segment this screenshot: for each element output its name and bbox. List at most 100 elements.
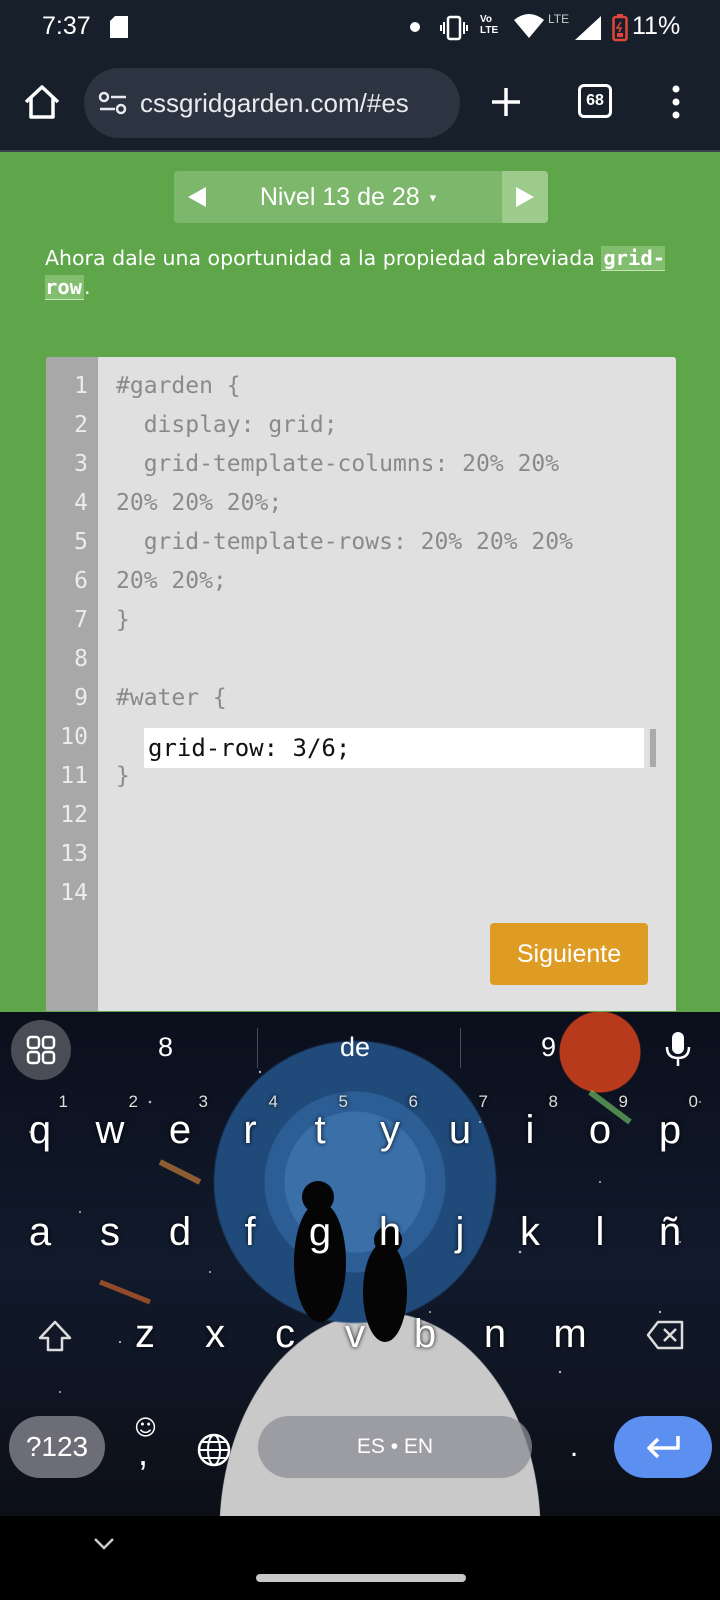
key-w[interactable]: 2w	[78, 1086, 142, 1176]
key-p[interactable]: 0p	[638, 1086, 702, 1176]
key-v[interactable]: v	[323, 1290, 387, 1380]
code-line: 20% 20% 20%;	[116, 490, 283, 516]
line-number: 12	[60, 802, 88, 828]
microphone-icon[interactable]	[664, 1030, 692, 1068]
key-u[interactable]: 7u	[428, 1086, 492, 1176]
suggestion-divider	[257, 1028, 258, 1068]
suggestion-item[interactable]: 8	[158, 1032, 173, 1063]
battery-icon	[612, 14, 628, 42]
url-text: cssgridgarden.com/#es	[140, 88, 409, 118]
previous-level-button[interactable]	[174, 171, 220, 223]
shift-key[interactable]	[22, 1290, 86, 1380]
code-line: }	[116, 763, 130, 789]
suggestion-strip: 8 de 9	[0, 1012, 720, 1086]
key-r[interactable]: 4r	[218, 1086, 282, 1176]
onscreen-keyboard: 8 de 9 1q 2w 3e 4r 5t 6y 7u 8i 9o 0p a s…	[0, 1012, 720, 1516]
code-line: 20% 20%;	[116, 568, 227, 594]
site-settings-icon[interactable]	[98, 90, 128, 116]
apps-grid-icon	[26, 1035, 56, 1065]
key-f[interactable]: f	[218, 1188, 282, 1278]
enter-icon	[647, 1436, 680, 1459]
suggestion-divider	[460, 1028, 461, 1068]
key-t[interactable]: 5t	[288, 1086, 352, 1176]
next-button[interactable]: Siguiente	[490, 923, 648, 985]
shift-icon	[38, 1320, 72, 1352]
chevron-down-icon[interactable]	[92, 1536, 116, 1552]
key-y[interactable]: 6y	[358, 1086, 422, 1176]
line-number: 14	[60, 880, 88, 906]
answer-input[interactable]	[144, 728, 644, 768]
key-enye[interactable]: ñ	[638, 1188, 702, 1278]
key-m[interactable]: m	[538, 1290, 602, 1380]
key-i[interactable]: 8i	[498, 1086, 562, 1176]
code-line: display: grid;	[116, 412, 338, 438]
key-e[interactable]: 3e	[148, 1086, 212, 1176]
code-line: grid-template-rows: 20% 20% 20%	[116, 529, 573, 555]
triangle-left-icon	[188, 187, 206, 207]
comma-label: ,	[138, 1432, 149, 1473]
more-options-icon[interactable]	[670, 84, 682, 120]
level-selector[interactable]: Nivel 13 de 28 ▾	[220, 171, 476, 223]
status-bar: 7:37 Vo LTE LTE 11%	[0, 0, 720, 56]
address-bar[interactable]: cssgridgarden.com/#es	[84, 68, 460, 138]
line-number: 8	[74, 646, 88, 672]
wifi-icon	[514, 14, 544, 38]
home-icon[interactable]	[22, 82, 62, 122]
caret-down-icon: ▾	[429, 190, 437, 205]
css-editor: 1 2 3 4 5 6 7 8 9 10 11 12 13 14 #garden…	[46, 357, 676, 1011]
line-number: 6	[74, 568, 88, 594]
line-number: 9	[74, 685, 88, 711]
key-j[interactable]: j	[428, 1188, 492, 1278]
notification-dot-icon	[410, 22, 420, 32]
triangle-right-icon	[516, 187, 534, 207]
enter-key[interactable]	[614, 1416, 712, 1478]
key-d[interactable]: d	[148, 1188, 212, 1278]
keyboard-apps-button[interactable]	[11, 1020, 71, 1080]
suggestion-item[interactable]: 9	[541, 1032, 556, 1063]
key-q[interactable]: 1q	[8, 1086, 72, 1176]
space-key[interactable]: ES • EN	[258, 1416, 532, 1478]
level-indicator: Nivel 13 de 28	[259, 182, 420, 211]
line-number: 10	[60, 724, 88, 750]
battery-percentage: 11%	[632, 12, 681, 40]
line-number: 4	[74, 490, 88, 516]
new-tab-icon[interactable]	[488, 84, 524, 120]
vibrate-icon	[440, 15, 468, 41]
code-line: #garden {	[116, 373, 241, 399]
key-h[interactable]: h	[358, 1188, 422, 1278]
key-c[interactable]: c	[253, 1290, 317, 1380]
system-navigation-bar	[0, 1516, 720, 1600]
key-k[interactable]: k	[498, 1188, 562, 1278]
comma-emoji-key[interactable]: ☺ ,	[126, 1412, 166, 1482]
key-l[interactable]: l	[568, 1188, 632, 1278]
sd-card-icon	[110, 16, 128, 38]
volte-icon: Vo LTE	[480, 14, 499, 36]
line-number: 13	[60, 841, 88, 867]
key-g[interactable]: g	[288, 1188, 352, 1278]
key-a[interactable]: a	[8, 1188, 72, 1278]
next-level-button[interactable]	[502, 171, 548, 223]
backspace-key[interactable]	[630, 1290, 694, 1380]
tab-switcher-button[interactable]: 68	[578, 84, 612, 118]
suggestion-item[interactable]: de	[340, 1032, 370, 1063]
key-z[interactable]: z	[113, 1290, 177, 1380]
line-number: 11	[60, 763, 88, 789]
line-number: 2	[74, 412, 88, 438]
key-o[interactable]: 9o	[568, 1086, 632, 1176]
symbols-key[interactable]: ?123	[9, 1416, 105, 1478]
code-line: grid-template-columns: 20% 20%	[116, 451, 560, 477]
line-number: 3	[74, 451, 88, 477]
period-key[interactable]: .	[556, 1416, 592, 1478]
code-line: #water {	[116, 685, 227, 711]
key-x[interactable]: x	[183, 1290, 247, 1380]
backspace-icon	[646, 1320, 684, 1350]
key-b[interactable]: b	[393, 1290, 457, 1380]
line-number: 5	[74, 529, 88, 555]
instructions-suffix: .	[84, 275, 91, 299]
input-scrollbar[interactable]	[650, 729, 656, 767]
key-n[interactable]: n	[463, 1290, 527, 1380]
line-number: 1	[74, 373, 88, 399]
key-s[interactable]: s	[78, 1188, 142, 1278]
globe-icon[interactable]	[196, 1432, 232, 1468]
home-gesture-pill[interactable]	[256, 1574, 466, 1582]
